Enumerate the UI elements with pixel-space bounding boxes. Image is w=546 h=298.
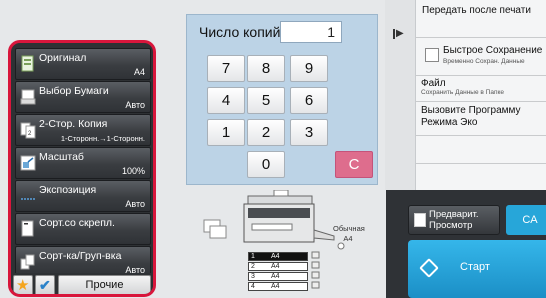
staple-sort-icon: [20, 220, 36, 238]
tray-number: 3: [251, 273, 255, 280]
tray-size: A4: [271, 253, 280, 260]
exposure-icon: [20, 187, 36, 205]
preview-label: Предварит. Просмотр: [429, 209, 479, 231]
tray-3[interactable]: 3 A4: [248, 272, 308, 281]
file-label: Файл: [421, 78, 446, 89]
menu-item-exposure[interactable]: Экспозиция Авто: [15, 180, 151, 212]
quick-save-label: Быстрое Сохранение: [443, 45, 543, 56]
empty-slot: [416, 164, 546, 190]
key-2[interactable]: 2: [247, 119, 285, 146]
menu-item-value: 100%: [121, 166, 145, 176]
key-8[interactable]: 8: [247, 55, 285, 82]
menu-item-value: Авто: [125, 199, 145, 209]
key-5[interactable]: 5: [247, 87, 285, 114]
start-button[interactable]: Старт: [408, 240, 546, 298]
start-label: Старт: [460, 261, 490, 273]
copies-input[interactable]: 1: [280, 21, 342, 43]
output-tray-label: Обычная A4: [333, 224, 365, 244]
menu-item-label: Выбор Бумаги: [39, 85, 109, 97]
tray-4[interactable]: 4 A4: [248, 282, 308, 291]
menu-item-label: Сорт-ка/Груп-вка: [39, 250, 122, 262]
key-1[interactable]: 1: [207, 119, 245, 146]
others-button-label: Прочие: [85, 279, 124, 291]
menu-item-value: Авто: [125, 100, 145, 110]
favorites-button[interactable]: ★: [13, 275, 33, 294]
clear-all-button[interactable]: CA: [506, 205, 546, 235]
copies-keypad-panel: Число копий 1 7 8 9 4 5 6 1 2 3 0 C: [186, 14, 378, 185]
star-icon: ★: [16, 277, 30, 294]
menu-item-label: Масштаб: [39, 151, 84, 163]
quick-save-item[interactable]: Быстрое Сохранение Временно Сохран. Данн…: [416, 38, 546, 76]
machine-illustration: Обычная A4 1 A4 2 A4 3 A4 4 A4: [200, 190, 380, 296]
output-type: Обычная: [333, 224, 365, 233]
file-sub: Сохранить Данные в Папке: [421, 89, 504, 96]
quick-save-sub: Временно Сохран. Данные: [443, 58, 525, 65]
menu-item-label: Сорт.со скрепл.: [39, 217, 115, 229]
menu-item-paper-select[interactable]: Выбор Бумаги Авто: [15, 81, 151, 113]
menu-item-value: 1-Сторонн.→1-Сторонн.: [60, 134, 145, 143]
menu-item-label: Экспозиция: [39, 184, 97, 196]
start-icon: [419, 258, 439, 278]
menu-item-original[interactable]: Оригинал A4: [15, 48, 151, 80]
key-9[interactable]: 9: [290, 55, 328, 82]
send-after-print-item[interactable]: Передать после печати: [416, 0, 546, 38]
tray-2[interactable]: 2 A4: [248, 262, 308, 271]
tray-number: 2: [251, 263, 255, 270]
function-menu: Оригинал A4 Выбор Бумаги Авто 2 2-Стор. …: [8, 40, 156, 297]
duplex-icon: 2: [20, 121, 36, 139]
preview-icon: [414, 213, 426, 227]
send-after-print-label: Передать после печати: [422, 5, 531, 16]
menu-item-value: A4: [133, 67, 145, 77]
tray-1[interactable]: 1 A4: [248, 252, 308, 261]
eco-program-item[interactable]: Вызовите Программу Режима Эко: [416, 102, 546, 136]
empty-slot: [416, 136, 546, 164]
eco-program-label: Вызовите Программу Режима Эко: [421, 105, 521, 128]
menu-item-label: Оригинал: [39, 52, 87, 64]
menu-item-staple-sort[interactable]: Сорт.со скрепл.: [15, 213, 151, 245]
sort-group-icon: [20, 253, 36, 271]
quick-save-checkbox[interactable]: [425, 48, 439, 62]
file-item[interactable]: Файл Сохранить Данные в Папке: [416, 76, 546, 102]
output-size: A4: [343, 234, 353, 243]
checked-settings-button[interactable]: ✔: [35, 275, 55, 294]
preview-button[interactable]: Предварит. Просмотр: [408, 205, 500, 235]
key-7[interactable]: 7: [207, 55, 245, 82]
tray-number: 1: [251, 253, 255, 260]
collapse-panel-tab[interactable]: ▶: [385, 0, 416, 190]
paper-icon: [20, 88, 36, 106]
scale-icon: [20, 154, 36, 172]
clear-button[interactable]: C: [335, 151, 373, 178]
key-4[interactable]: 4: [207, 87, 245, 114]
play-arrow-icon: ▶: [396, 28, 404, 39]
checkmark-icon: ✔: [39, 277, 51, 293]
tray-size: A4: [271, 263, 280, 270]
menu-item-duplex-copy[interactable]: 2 2-Стор. Копия 1-Сторонн.→1-Сторонн.: [15, 114, 151, 146]
menu-bottom-bar: ★ ✔ Прочие: [11, 273, 153, 294]
menu-item-label: 2-Стор. Копия: [39, 118, 108, 130]
key-6[interactable]: 6: [290, 87, 328, 114]
copies-label: Число копий: [199, 24, 281, 40]
tray-size: A4: [271, 283, 280, 290]
key-0[interactable]: 0: [247, 151, 285, 178]
tray-number: 4: [251, 283, 255, 290]
menu-item-scale[interactable]: Масштаб 100%: [15, 147, 151, 179]
divider-icon: [393, 29, 395, 39]
key-3[interactable]: 3: [290, 119, 328, 146]
original-icon: [20, 55, 36, 73]
tray-size: A4: [271, 273, 280, 280]
others-button[interactable]: Прочие: [58, 275, 151, 294]
